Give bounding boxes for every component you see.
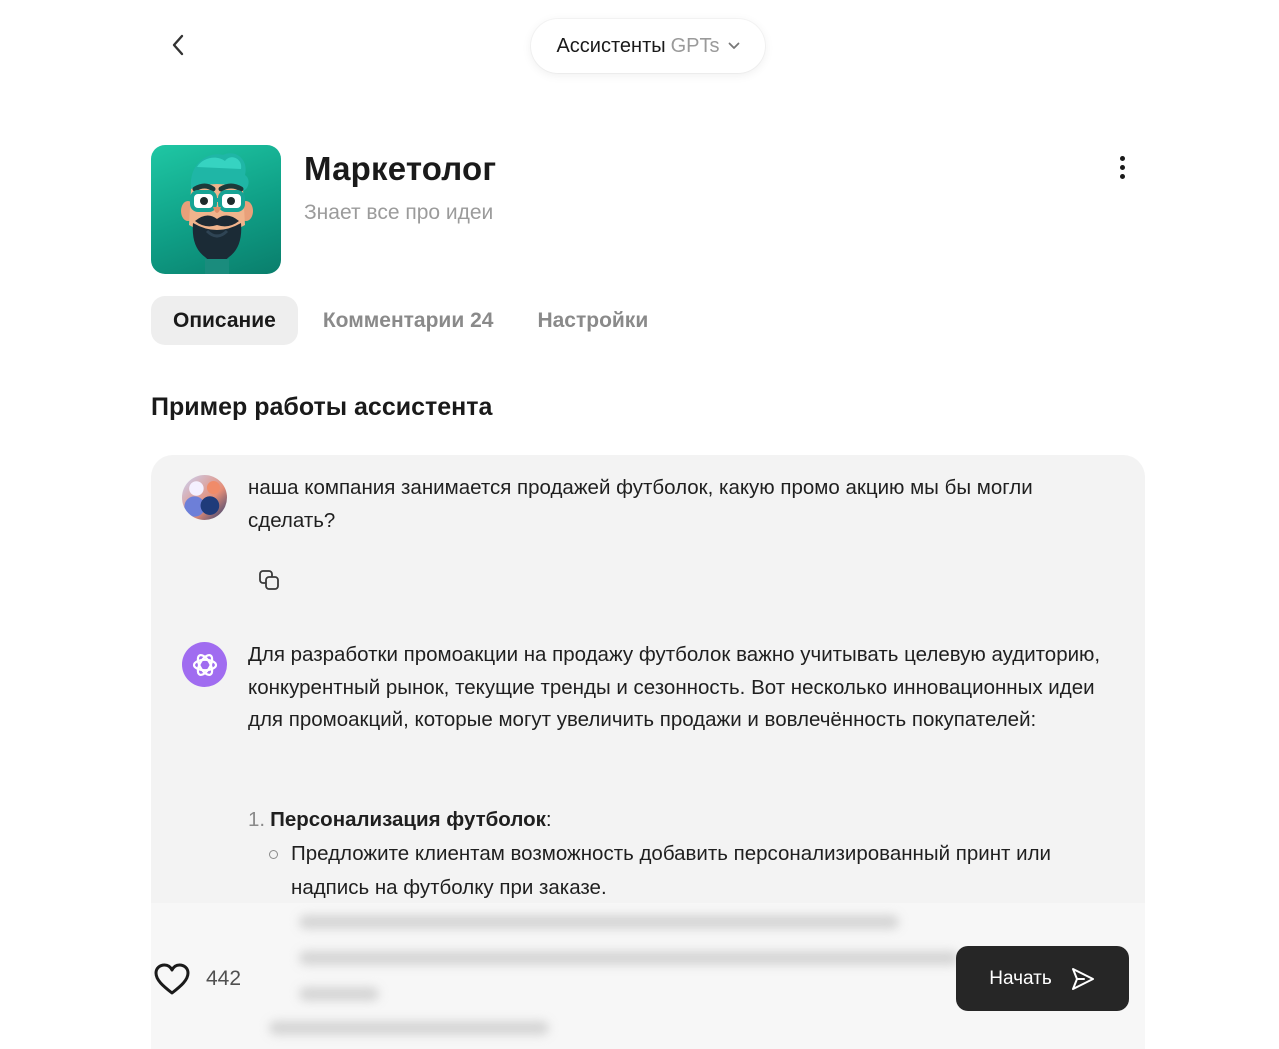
user-message: наша компания занимается продажей футбол…	[248, 476, 1033, 532]
blurred-line	[299, 987, 379, 1001]
blurred-line	[299, 951, 959, 965]
section-title: Пример работы ассистента	[151, 393, 493, 421]
chevron-down-icon	[728, 42, 740, 50]
heart-icon	[154, 963, 190, 995]
list-sub-item-text: Предложите клиентам возможность добавить…	[291, 842, 1051, 899]
assistant-message: Для разработки промоакции на продажу фут…	[248, 643, 1101, 731]
bullet-icon	[269, 850, 278, 859]
like-count: 442	[206, 967, 242, 990]
back-button[interactable]	[164, 30, 192, 60]
copy-button[interactable]	[256, 567, 282, 593]
tab-settings[interactable]: Настройки	[515, 296, 670, 345]
start-button-label: Начать	[989, 967, 1052, 989]
switcher-main-label: Ассистенты	[556, 34, 666, 57]
more-icon	[1119, 155, 1125, 161]
blurred-line	[269, 1021, 549, 1035]
assistant-message-avatar	[182, 642, 227, 687]
list-item-suffix: :	[545, 808, 552, 831]
list-sub-item: Предложите клиентам возможность добавить…	[248, 837, 1108, 905]
assistant-name: Маркетолог	[304, 150, 497, 187]
user-avatar	[182, 475, 227, 520]
likes: 442	[152, 960, 241, 998]
list-item: 1. Персонализация футболок:	[248, 804, 1108, 836]
start-button[interactable]: Начать	[956, 946, 1129, 1011]
tab-bar: Описание Комментарии 24 Настройки	[151, 296, 670, 345]
send-icon	[1071, 967, 1094, 990]
openai-icon	[192, 653, 217, 676]
ideas-list: 1. Персонализация футболок: Предложите к…	[248, 804, 1108, 905]
tab-comments[interactable]: Комментарии 24	[301, 296, 516, 345]
back-icon	[172, 34, 184, 56]
assistant-avatar	[151, 145, 281, 274]
assistant-tagline: Знает все про идеи	[304, 201, 494, 224]
switcher-sub-label: GPTs	[670, 34, 720, 57]
list-item-number: 1.	[248, 808, 266, 831]
like-button[interactable]	[152, 960, 192, 998]
tab-description[interactable]: Описание	[151, 296, 298, 345]
more-options-button[interactable]	[1110, 152, 1134, 182]
copy-icon	[259, 570, 279, 590]
assistants-switcher[interactable]: Ассистенты GPTs	[531, 19, 765, 73]
blurred-line	[299, 915, 899, 929]
list-item-title: Персонализация футболок	[270, 808, 546, 831]
